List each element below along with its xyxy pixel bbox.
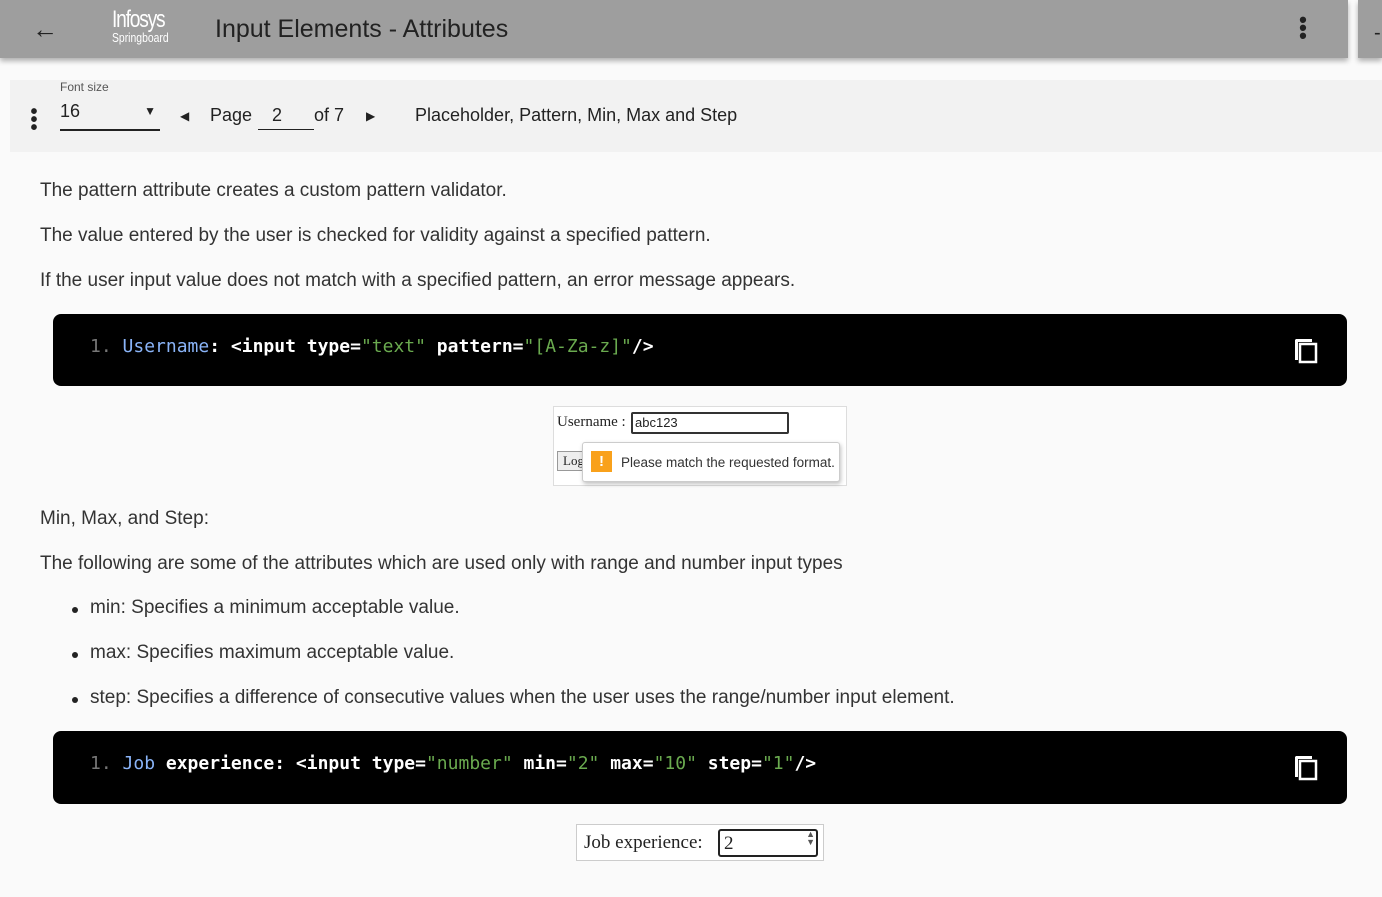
code-token: : <input type= <box>209 336 361 357</box>
font-size-value: 16 <box>60 101 81 121</box>
spinner-icon: ▲ ▼ <box>806 829 815 847</box>
code-token: Username <box>122 336 210 357</box>
code-block-pattern: 1. Username: <input type="text" pattern=… <box>53 314 1347 386</box>
font-size-select[interactable]: 16 ▼ <box>60 98 160 131</box>
warning-icon: ! <box>591 451 612 472</box>
code-line: 1. Username: <input type="text" pattern=… <box>90 336 654 357</box>
previous-page-icon[interactable]: ◀ <box>180 109 189 123</box>
next-page-icon[interactable]: ▶ <box>366 109 375 123</box>
copy-icon[interactable] <box>1293 753 1319 781</box>
menu-kebab-icon[interactable]: • • • <box>30 102 38 138</box>
pattern-demo-image: Username : abc123 Login ! Please match t… <box>553 406 847 486</box>
back-arrow-icon[interactable]: ← <box>32 14 58 45</box>
code-token: "2" <box>566 753 600 774</box>
page-label: Page <box>210 105 253 125</box>
page-total: of 7 <box>314 105 345 125</box>
code-token: "text" <box>360 336 426 357</box>
paragraph: The following are some of the attributes… <box>40 553 843 574</box>
code-token: pattern= <box>425 336 524 357</box>
validation-tooltip: ! Please match the requested format. <box>582 442 840 482</box>
list-item: step: Specifies a difference of consecut… <box>40 687 955 732</box>
section-title: Placeholder, Pattern, Min, Max and Step <box>415 105 738 125</box>
list-item: min: Specifies a minimum acceptable valu… <box>40 597 955 642</box>
code-token: step= <box>696 753 762 774</box>
section-heading: Min, Max, and Step: <box>40 508 209 529</box>
side-panel-header: - <box>1358 0 1382 58</box>
more-options-icon[interactable]: • • • <box>1296 9 1310 47</box>
paragraph: If the user input value does not match w… <box>40 270 796 291</box>
code-token: min= <box>512 753 567 774</box>
tooltip-text: Please match the requested format. <box>621 455 835 470</box>
code-token: 1. <box>90 753 123 774</box>
paragraph: The value entered by the user is checked… <box>40 225 711 246</box>
code-line: 1. Job experience: <input type="number" … <box>90 753 816 774</box>
code-token: max= <box>599 753 654 774</box>
code-block-minmax: 1. Job experience: <input type="number" … <box>53 731 1347 804</box>
page-number-input[interactable]: 2 <box>258 105 314 130</box>
code-token: "[A-Za-z]" <box>523 336 632 357</box>
infosys-springboard-logo: Infosys Springboard <box>112 6 169 45</box>
username-label: Username : <box>557 414 626 430</box>
copy-icon[interactable] <box>1293 336 1319 364</box>
code-token: 1. <box>90 336 123 357</box>
paragraph: The pattern attribute creates a custom p… <box>40 180 507 201</box>
page-title: Input Elements - Attributes <box>215 15 509 43</box>
code-token: "1" <box>761 753 795 774</box>
reader-toolbar: • • • Font size 16 ▼ ◀ Page 2 of 7 ▶ Placeh… <box>10 80 1382 152</box>
code-token: "number" <box>425 753 513 774</box>
code-token: "10" <box>653 753 697 774</box>
username-input: abc123 <box>631 412 789 434</box>
font-size-label: Font size <box>60 80 109 94</box>
code-token: /> <box>631 336 654 357</box>
job-experience-label: Job experience: <box>584 832 703 853</box>
number-demo-image: Job experience: 2 ▲ ▼ <box>576 824 824 861</box>
collapse-icon[interactable]: - <box>1374 22 1381 45</box>
caret-down-icon: ▼ <box>144 104 156 118</box>
job-experience-input: 2 <box>718 829 818 857</box>
code-token: experience: <input type= <box>155 753 426 774</box>
list-item: max: Specifies maximum acceptable value. <box>40 642 955 687</box>
app-header: ← Infosys Springboard Input Elements - At… <box>0 0 1348 58</box>
attribute-list: min: Specifies a minimum acceptable valu… <box>40 597 955 732</box>
code-token: Job <box>122 753 156 774</box>
code-token: /> <box>794 753 817 774</box>
